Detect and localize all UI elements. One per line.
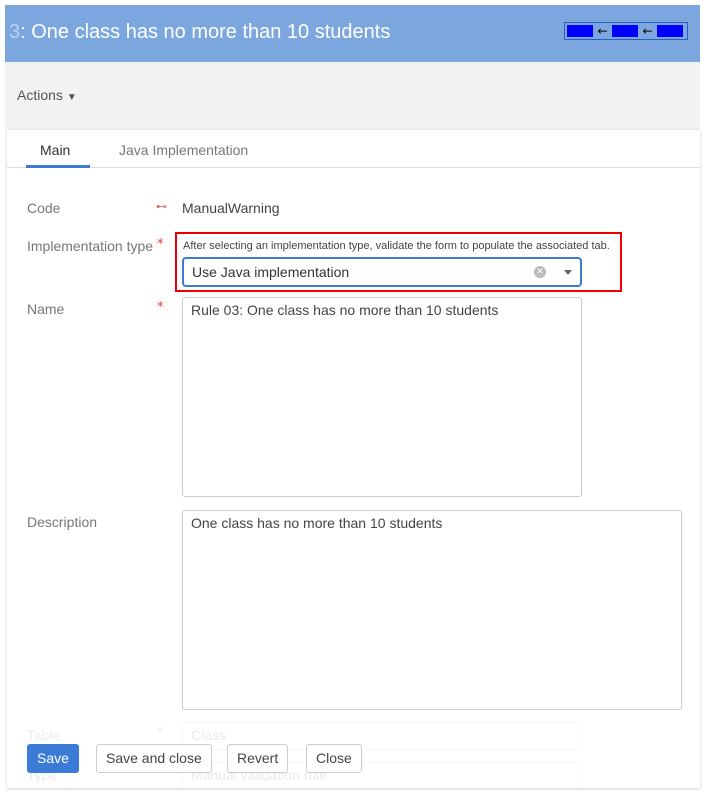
form-card: Main Java Implementation Code ⊷ ManualWa… (7, 130, 700, 788)
page-title: 3: One class has no more than 10 student… (9, 21, 391, 43)
save-button[interactable]: Save (27, 744, 79, 773)
name-textarea[interactable]: Rule 03: One class has no more than 10 s… (182, 297, 582, 497)
implementation-type-label: Implementation type (27, 238, 154, 254)
tab-main[interactable]: Main (25, 142, 91, 168)
actions-menu[interactable]: Actions ▼ (17, 87, 77, 103)
code-value: ManualWarning (182, 200, 280, 216)
close-button[interactable]: Close (306, 744, 362, 773)
chevron-down-icon[interactable] (564, 270, 572, 275)
table-label: Table (27, 727, 61, 743)
page-header: 3: One class has no more than 10 student… (5, 5, 700, 62)
description-textarea[interactable]: One class has no more than 10 students (182, 510, 682, 710)
implementation-type-select[interactable]: Use Java implementation ✕ (182, 257, 582, 287)
caret-down-icon: ▼ (66, 92, 77, 103)
description-label: Description (27, 514, 98, 530)
save-and-close-button[interactable]: Save and close (96, 744, 212, 773)
toolbar: Actions ▼ (5, 62, 700, 130)
code-label: Code (27, 200, 61, 216)
key-icon: ⊷ (156, 201, 167, 213)
flow-diagram-icon: ← ← (564, 22, 688, 40)
implementation-type-hint: After selecting an implementation type, … (183, 240, 610, 252)
name-label: Name (27, 301, 65, 317)
highlight-box: After selecting an implementation type, … (175, 232, 622, 292)
tab-java-implementation[interactable]: Java Implementation (119, 142, 248, 158)
tab-bar: Main Java Implementation (7, 130, 700, 168)
clear-icon[interactable]: ✕ (534, 266, 546, 278)
revert-button[interactable]: Revert (227, 744, 289, 773)
